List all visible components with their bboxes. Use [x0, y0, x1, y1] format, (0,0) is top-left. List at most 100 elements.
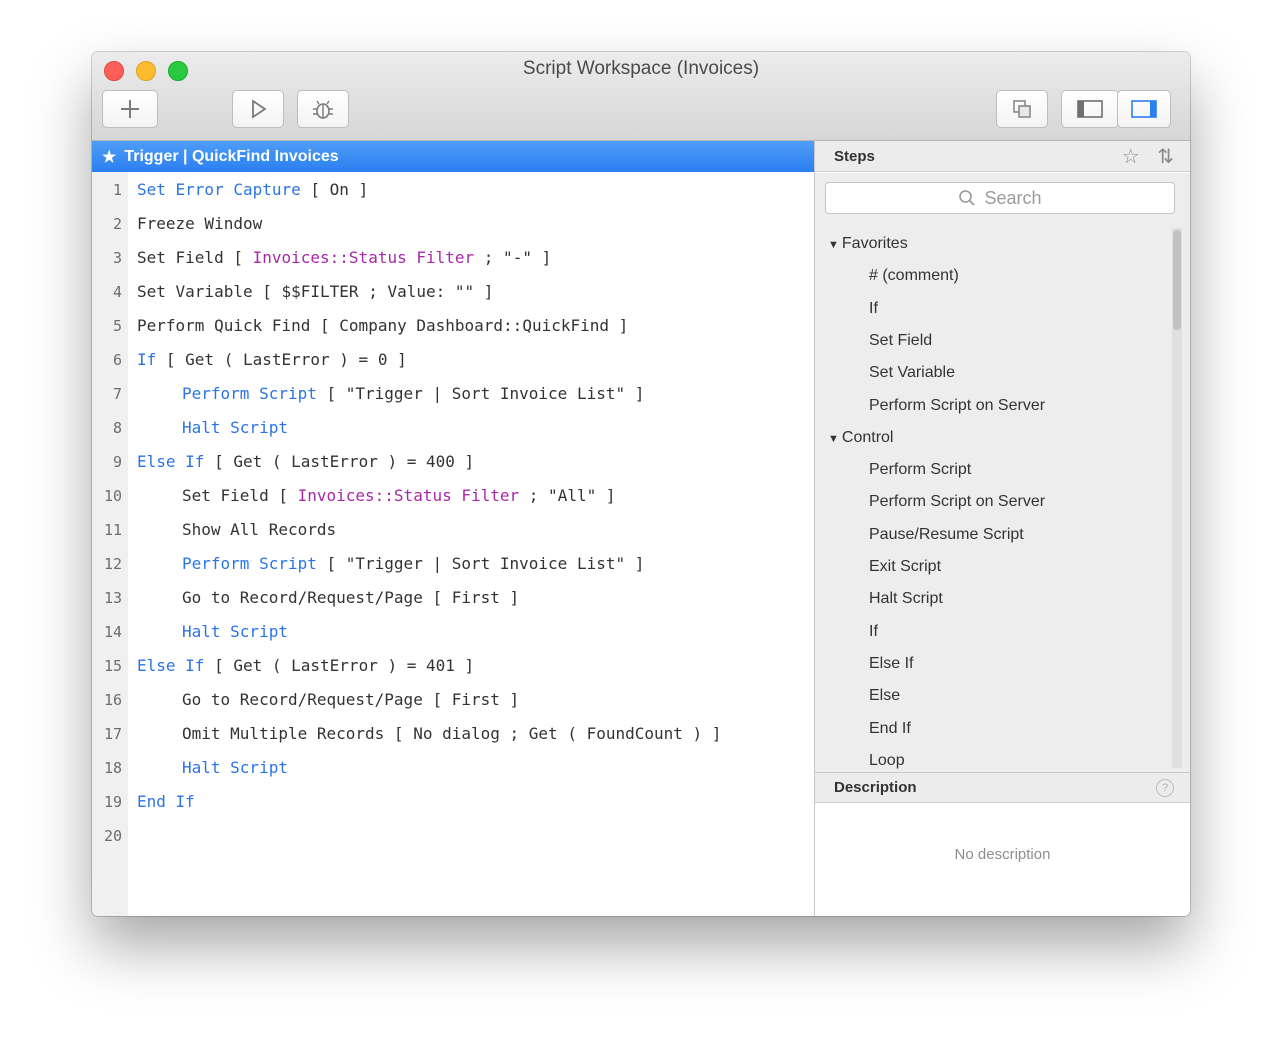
- line-number: 15: [103, 657, 122, 675]
- control-keyword: Perform Script: [182, 554, 317, 573]
- debug-bug-icon: [313, 100, 333, 119]
- step-item[interactable]: Set Variable: [869, 357, 955, 389]
- script-line[interactable]: 15 Else If [ Get ( LastError ) = 401 ]: [92, 649, 814, 683]
- script-line[interactable]: 5 Perform Quick Find [ Company Dashboard:…: [92, 309, 814, 343]
- toggle-left-panel-button[interactable]: [1061, 90, 1119, 128]
- script-line[interactable]: 20: [92, 819, 814, 853]
- steps-panel-header: Steps ☆ ⇅: [815, 141, 1190, 172]
- line-number: 11: [103, 521, 122, 539]
- step-item[interactable]: Set Field: [869, 325, 932, 357]
- step-text: Set Field [: [182, 486, 298, 505]
- field-reference: Invoices::Status Filter: [297, 486, 520, 505]
- step-text: Go to Record/Request/Page [ First ]: [182, 588, 520, 607]
- line-number: 17: [103, 725, 122, 743]
- script-line[interactable]: 8 Halt Script: [92, 411, 814, 445]
- script-tab-header[interactable]: ★ Trigger | QuickFind Invoices: [92, 141, 814, 172]
- script-line[interactable]: 13 Go to Record/Request/Page [ First ]: [92, 581, 814, 615]
- script-line[interactable]: 18 Halt Script: [92, 751, 814, 785]
- control-keyword: Set Error Capture: [137, 180, 301, 199]
- line-number: 6: [112, 351, 122, 369]
- play-icon: [252, 99, 267, 119]
- description-text: No description: [954, 846, 1051, 863]
- script-line[interactable]: 7 Perform Script [ "Trigger | Sort Invoic…: [92, 377, 814, 411]
- script-line[interactable]: 9 Else If [ Get ( LastError ) = 400 ]: [92, 445, 814, 479]
- steps-category[interactable]: ▼ Control: [828, 422, 893, 454]
- step-text: Omit Multiple Records [ No dialog ; Get …: [182, 724, 722, 743]
- script-workspace-window: Script Workspace (Invoices) ★ Trigger | …: [92, 52, 1190, 916]
- steps-search-input[interactable]: Search: [825, 182, 1175, 214]
- step-text: [ Get ( LastError ) = 400 ]: [204, 452, 475, 471]
- step-item[interactable]: Perform Script on Server: [869, 486, 1045, 518]
- description-title: Description: [834, 779, 917, 796]
- script-editor[interactable]: 1 Set Error Capture [ On ] 2 Freeze Window 3…: [92, 172, 814, 916]
- script-line[interactable]: 3 Set Field [ Invoices::Status Filter ; "…: [92, 241, 814, 275]
- line-number: 12: [103, 555, 122, 573]
- line-number: 4: [112, 283, 122, 301]
- line-number: 10: [103, 487, 122, 505]
- step-item[interactable]: Perform Script on Server: [869, 390, 1045, 422]
- steps-category[interactable]: ▼ Favorites: [828, 228, 908, 260]
- step-item[interactable]: Halt Script: [869, 583, 943, 615]
- line-number: 8: [112, 419, 122, 437]
- field-reference: Invoices::Status Filter: [252, 248, 475, 267]
- sort-icon[interactable]: ⇅: [1157, 146, 1174, 168]
- script-step-text: Go to Record/Request/Page [ First ]: [182, 581, 519, 615]
- script-line[interactable]: 19 End If: [92, 785, 814, 819]
- line-number: 14: [103, 623, 122, 641]
- script-line[interactable]: 2 Freeze Window: [92, 207, 814, 241]
- steps-title: Steps: [834, 147, 875, 165]
- script-step-text: Else If [ Get ( LastError ) = 400 ]: [137, 445, 474, 479]
- step-item[interactable]: Pause/Resume Script: [869, 519, 1024, 551]
- new-script-button[interactable]: [102, 90, 158, 128]
- disclosure-triangle-icon[interactable]: ▼: [828, 239, 839, 251]
- left-panel-icon: [1077, 100, 1103, 118]
- help-icon[interactable]: ?: [1156, 779, 1174, 797]
- script-step-text: Halt Script: [182, 411, 288, 445]
- control-keyword: Else If: [137, 452, 205, 471]
- step-item[interactable]: # (comment): [869, 260, 959, 292]
- script-line[interactable]: 10 Set Field [ Invoices::Status Filter ; …: [92, 479, 814, 513]
- control-keyword: Halt Script: [182, 418, 288, 437]
- steps-scrollbar[interactable]: [1172, 228, 1182, 768]
- toggle-right-panel-button[interactable]: [1117, 90, 1171, 128]
- line-number: 2: [112, 215, 122, 233]
- script-line[interactable]: 14 Halt Script: [92, 615, 814, 649]
- step-item[interactable]: Perform Script: [869, 454, 971, 486]
- step-text: [ Get ( LastError ) = 401 ]: [204, 656, 475, 675]
- script-step-text: Freeze Window: [137, 207, 262, 241]
- line-number: 16: [103, 691, 122, 709]
- script-tab-title: Trigger | QuickFind Invoices: [124, 147, 339, 165]
- script-step-text: Go to Record/Request/Page [ First ]: [182, 683, 519, 717]
- step-item[interactable]: If: [869, 616, 878, 648]
- line-number: 18: [103, 759, 122, 777]
- step-item[interactable]: End If: [869, 713, 911, 745]
- line-number: 5: [112, 317, 122, 335]
- step-item[interactable]: Else If: [869, 648, 913, 680]
- copy-icon: [1013, 100, 1031, 118]
- control-keyword: If: [137, 350, 157, 369]
- script-line[interactable]: 6 If [ Get ( LastError ) = 0 ]: [92, 343, 814, 377]
- window-title: Script Workspace (Invoices): [522, 58, 760, 79]
- scrollbar-thumb[interactable]: [1173, 230, 1181, 330]
- title-bar: Script Workspace (Invoices): [92, 52, 1190, 141]
- script-line[interactable]: 17 Omit Multiple Records [ No dialog ; Ge…: [92, 717, 814, 751]
- category-label: Favorites: [841, 235, 908, 252]
- copy-button[interactable]: [996, 90, 1048, 128]
- favorite-star-icon[interactable]: ☆: [1122, 146, 1140, 168]
- category-label: Control: [841, 428, 894, 446]
- script-line[interactable]: 1 Set Error Capture [ On ]: [92, 173, 814, 207]
- line-number: 3: [112, 249, 122, 267]
- script-line[interactable]: 12 Perform Script [ "Trigger | Sort Invoi…: [92, 547, 814, 581]
- step-text: [ On ]: [300, 180, 369, 199]
- step-item[interactable]: If: [869, 293, 878, 325]
- run-script-button[interactable]: [232, 90, 284, 128]
- step-item[interactable]: Exit Script: [869, 551, 941, 583]
- script-line[interactable]: 4 Set Variable [ $$FILTER ; Value: "" ]: [92, 275, 814, 309]
- step-item[interactable]: Else: [869, 680, 900, 712]
- debug-script-button[interactable]: [297, 90, 349, 128]
- disclosure-triangle-icon[interactable]: ▼: [828, 433, 839, 445]
- script-step-text: End If: [137, 785, 195, 819]
- script-line[interactable]: 16 Go to Record/Request/Page [ First ]: [92, 683, 814, 717]
- step-text: [ "Trigger | Sort Invoice List" ]: [316, 384, 645, 403]
- script-line[interactable]: 11 Show All Records: [92, 513, 814, 547]
